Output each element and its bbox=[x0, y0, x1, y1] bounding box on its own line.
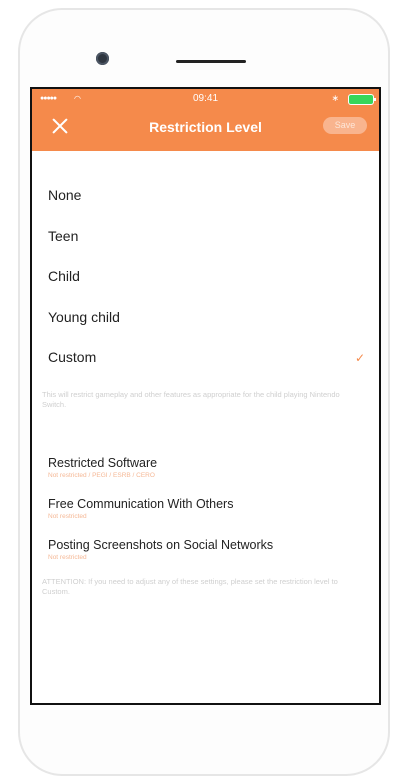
status-time: 09:41 bbox=[192, 93, 219, 104]
setting-free-communication[interactable]: Free Communication With Others Not restr… bbox=[48, 496, 369, 537]
restriction-level-list: None Teen Child Young child Custom ✓ bbox=[32, 185, 379, 388]
status-bar: ●●●●● ◠ 09:41 ∗ bbox=[32, 89, 379, 109]
level-option-teen[interactable]: Teen bbox=[32, 226, 379, 267]
level-option-label: Child bbox=[48, 268, 80, 284]
level-option-label: Young child bbox=[48, 308, 120, 325]
camera-icon bbox=[96, 52, 109, 65]
level-option-label: None bbox=[48, 187, 82, 203]
level-option-child[interactable]: Child bbox=[32, 266, 379, 307]
setting-label: Posting Screenshots on Social Networks bbox=[48, 538, 274, 552]
setting-value: Not restricted bbox=[48, 513, 87, 520]
speaker-grille bbox=[176, 60, 246, 63]
level-option-label: Teen bbox=[48, 227, 79, 244]
setting-label: Restricted Software bbox=[48, 456, 158, 470]
bluetooth-icon: ∗ bbox=[331, 93, 339, 103]
setting-restricted-software[interactable]: Restricted Software Not restricted / PEG… bbox=[48, 455, 369, 496]
setting-value: Not restricted / PEGI / ESRB / CERO bbox=[48, 472, 155, 479]
header-bar: ●●●●● ◠ 09:41 ∗ Restriction Level Save bbox=[32, 89, 379, 151]
setting-label: Free Communication With Others bbox=[48, 497, 234, 511]
level-option-none[interactable]: None bbox=[32, 185, 379, 226]
custom-level-description: This will restrict gameplay and other fe… bbox=[42, 390, 340, 409]
checkmark-icon: ✓ bbox=[354, 351, 365, 365]
level-option-custom[interactable]: Custom ✓ bbox=[32, 347, 379, 388]
close-icon[interactable] bbox=[50, 116, 70, 136]
settings-list: Restricted Software Not restricted / PEG… bbox=[48, 455, 369, 578]
battery-icon bbox=[349, 95, 376, 104]
attention-note: ATTENTION: If you need to adjust any of … bbox=[42, 577, 338, 596]
app-screen: ●●●●● ◠ 09:41 ∗ Restriction Level Save N… bbox=[30, 87, 381, 705]
save-button[interactable]: Save bbox=[323, 117, 367, 134]
setting-posting-screenshots[interactable]: Posting Screenshots on Social Networks N… bbox=[48, 537, 369, 578]
level-option-young-child[interactable]: Young child bbox=[32, 307, 379, 348]
page-title: Restriction Level bbox=[149, 119, 262, 135]
setting-value: Not restricted bbox=[48, 554, 87, 561]
level-option-label: Custom bbox=[48, 349, 97, 365]
